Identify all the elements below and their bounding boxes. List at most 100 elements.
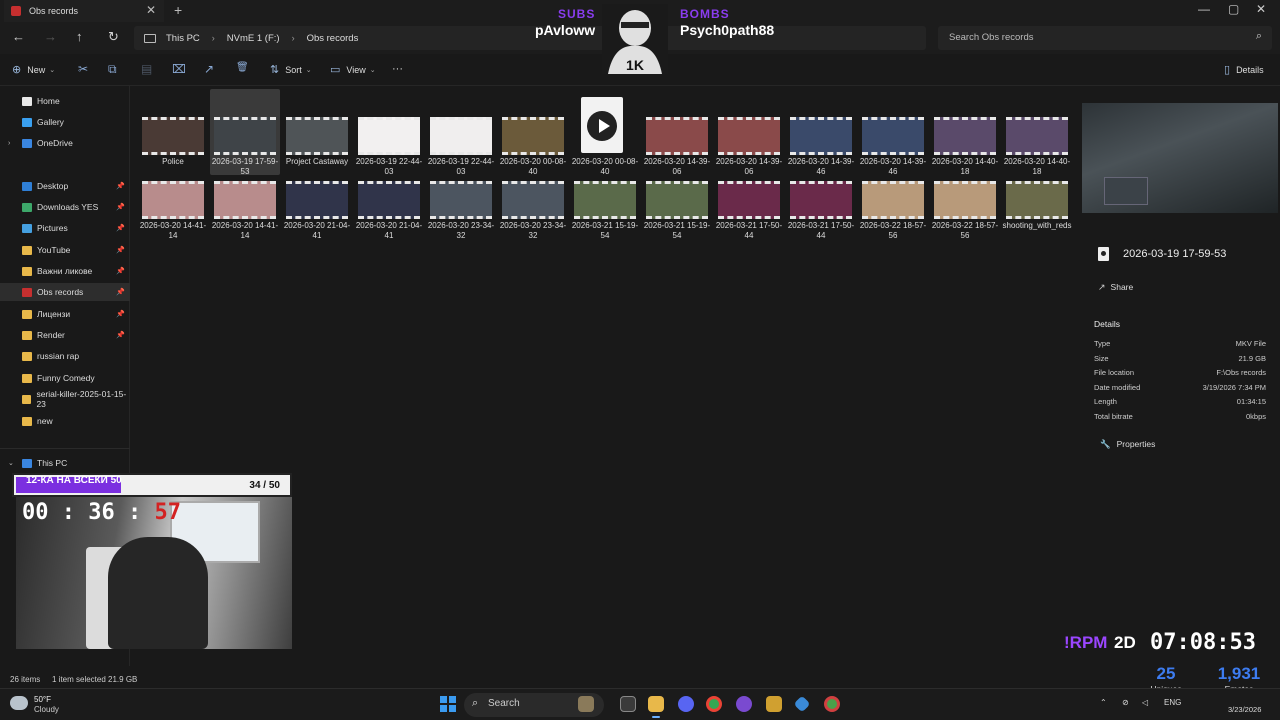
video-thumbnail <box>1006 117 1068 155</box>
property-row: Type MKV File <box>1094 339 1266 351</box>
file-item[interactable]: 2026-03-19 22-44-03 <box>354 89 424 176</box>
sidebar-item[interactable]: ⌄ This PC <box>0 454 130 472</box>
minimize-button[interactable]: — <box>1198 2 1210 16</box>
vscode-icon[interactable] <box>793 695 811 713</box>
file-item[interactable]: 2026-03-19 22-44-03 <box>426 89 496 176</box>
sidebar-item[interactable]: new <box>0 412 130 430</box>
copy-button[interactable]: ⧉ <box>108 62 117 77</box>
chrome-icon[interactable] <box>824 696 840 712</box>
volume-icon[interactable]: ◁ <box>1142 698 1148 707</box>
file-item[interactable]: 2026-03-20 21-04-41 <box>282 181 352 267</box>
properties-button[interactable]: 🔧 Properties <box>1100 436 1155 452</box>
file-name: 2026-03-20 21-04-41 <box>283 221 351 240</box>
pin-icon: 📌 <box>116 183 125 190</box>
sidebar-item[interactable]: YouTube 📌 <box>0 241 130 259</box>
maximize-button[interactable]: ▢ <box>1228 2 1239 16</box>
crumb-folder[interactable]: Obs records <box>307 33 359 44</box>
crumb-drive[interactable]: NVmE 1 (F:) <box>227 33 280 44</box>
up-button[interactable]: ↑ <box>76 29 83 44</box>
start-button[interactable] <box>440 696 456 712</box>
new-tab-button[interactable]: + <box>174 2 182 18</box>
sidebar-item[interactable]: Desktop 📌 <box>0 177 130 195</box>
sidebar-item[interactable]: Pictures 📌 <box>0 219 130 237</box>
chevron-icon[interactable]: › <box>8 140 10 147</box>
rename-button[interactable]: ⌧ <box>172 62 186 76</box>
tab-close-button[interactable]: ✕ <box>146 3 156 17</box>
weather-widget[interactable]: 50°F Cloudy <box>10 693 80 717</box>
file-name: 2026-03-19 17-59-53 <box>211 157 279 176</box>
sidebar-item[interactable]: Gallery <box>0 113 130 131</box>
file-item[interactable]: 2026-03-20 14-40-18 <box>930 89 1000 176</box>
file-item[interactable]: 2026-03-20 14-41-14 <box>210 181 280 267</box>
file-item[interactable]: 2026-03-21 15-19-54 <box>642 181 712 267</box>
file-name: 2026-03-20 00-08-40 <box>499 157 567 176</box>
back-button[interactable]: ← <box>12 29 25 44</box>
file-item[interactable]: 2026-03-21 15-19-54 <box>570 181 640 267</box>
file-item[interactable]: 2026-03-20 23-34-32 <box>498 181 568 267</box>
network-icon[interactable]: ⊘ <box>1122 698 1129 707</box>
file-item[interactable]: 2026-03-21 17-50-44 <box>786 181 856 267</box>
property-row: Size 21.9 GB <box>1094 354 1266 366</box>
file-item[interactable]: 2026-03-21 17-50-44 <box>714 181 784 267</box>
sidebar-item[interactable]: serial-killer-2025-01-15-23 <box>0 389 130 409</box>
file-item[interactable]: 2026-03-20 14-41-14 <box>138 181 208 267</box>
viber-icon[interactable] <box>736 696 752 712</box>
file-item[interactable]: 2026-03-20 14-39-06 <box>714 89 784 176</box>
mascot-text: 1K <box>626 57 644 73</box>
file-item[interactable]: 2026-03-20 00-08-40 <box>570 89 640 176</box>
refresh-button[interactable]: ↻ <box>108 29 119 45</box>
chevron-icon[interactable]: ⌄ <box>8 459 14 467</box>
game-app-icon[interactable] <box>578 696 594 712</box>
details-toggle-button[interactable]: ▯ Details <box>1224 63 1264 76</box>
file-item[interactable]: shooting_with_reds <box>1002 181 1072 267</box>
file-item[interactable]: 2026-03-20 14-40-18 <box>1002 89 1072 176</box>
app-icon[interactable] <box>766 696 782 712</box>
file-item[interactable]: 2026-03-20 23-34-32 <box>426 181 496 267</box>
file-item[interactable]: 2026-03-20 14-39-46 <box>786 89 856 176</box>
new-button[interactable]: ⊕ New ⌄ <box>12 63 55 76</box>
crumb-separator[interactable]: › <box>292 33 295 43</box>
file-item[interactable]: 2026-03-20 21-04-41 <box>354 181 424 267</box>
cut-button[interactable]: ✂ <box>78 62 88 76</box>
sort-button[interactable]: ⇅ Sort ⌄ <box>270 63 312 76</box>
sidebar-item[interactable]: Важни ликове 📌 <box>0 262 130 280</box>
forward-button[interactable]: → <box>44 29 57 44</box>
chrome-icon[interactable] <box>706 696 722 712</box>
details-share-button[interactable]: ↗ Share <box>1098 279 1142 295</box>
delete-button[interactable]: 🗑 <box>236 62 249 73</box>
subs-name: pAvloww <box>535 22 596 38</box>
file-item[interactable]: 2026-03-20 14-39-46 <box>858 89 928 176</box>
language-indicator[interactable]: ENG <box>1164 698 1181 707</box>
file-item[interactable]: 2026-03-19 17-59-53 <box>210 89 280 176</box>
timer-seconds: 57 <box>154 500 181 525</box>
file-explorer-icon[interactable] <box>648 696 664 718</box>
sidebar-item[interactable]: Downloads YES 📌 <box>0 198 130 216</box>
paste-button[interactable]: ▤ <box>141 62 152 76</box>
sidebar-item[interactable]: Лицензи 📌 <box>0 305 130 323</box>
tray-overflow-icon[interactable]: ⌃ <box>1100 698 1107 707</box>
discord-icon[interactable] <box>678 696 694 712</box>
tab-title: Obs records <box>29 6 79 16</box>
search-input[interactable]: Search Obs records ⌕ <box>938 26 1272 50</box>
file-item[interactable]: 2026-03-22 18-57-56 <box>858 181 928 267</box>
sidebar-item[interactable]: russian rap <box>0 347 130 365</box>
tab-obs-records[interactable]: Obs records ✕ <box>4 0 164 22</box>
sidebar-item[interactable]: Render 📌 <box>0 326 130 344</box>
taskbar-date[interactable]: 3/23/2026 <box>1228 705 1261 714</box>
sidebar-item[interactable]: Home <box>0 92 130 110</box>
crumb-this-pc[interactable]: This PC <box>166 33 200 44</box>
more-options-button[interactable]: ··· <box>392 63 403 75</box>
crumb-separator[interactable]: › <box>212 33 215 43</box>
file-item[interactable]: Police <box>138 89 208 175</box>
sidebar-item[interactable]: Obs records 📌 <box>0 283 130 301</box>
file-item[interactable]: 2026-03-20 14-39-06 <box>642 89 712 176</box>
file-item[interactable]: 2026-03-20 00-08-40 <box>498 89 568 176</box>
sidebar-item[interactable]: Funny Comedy <box>0 369 130 387</box>
task-view-icon[interactable] <box>620 696 636 712</box>
close-window-button[interactable]: ✕ <box>1256 2 1266 16</box>
sidebar-item[interactable]: › OneDrive <box>0 134 130 152</box>
share-button[interactable]: ↗ <box>204 62 214 76</box>
view-button[interactable]: ▭ View ⌄ <box>330 63 376 76</box>
file-item[interactable]: 2026-03-22 18-57-56 <box>930 181 1000 267</box>
file-item[interactable]: Project Castaway <box>282 89 352 175</box>
